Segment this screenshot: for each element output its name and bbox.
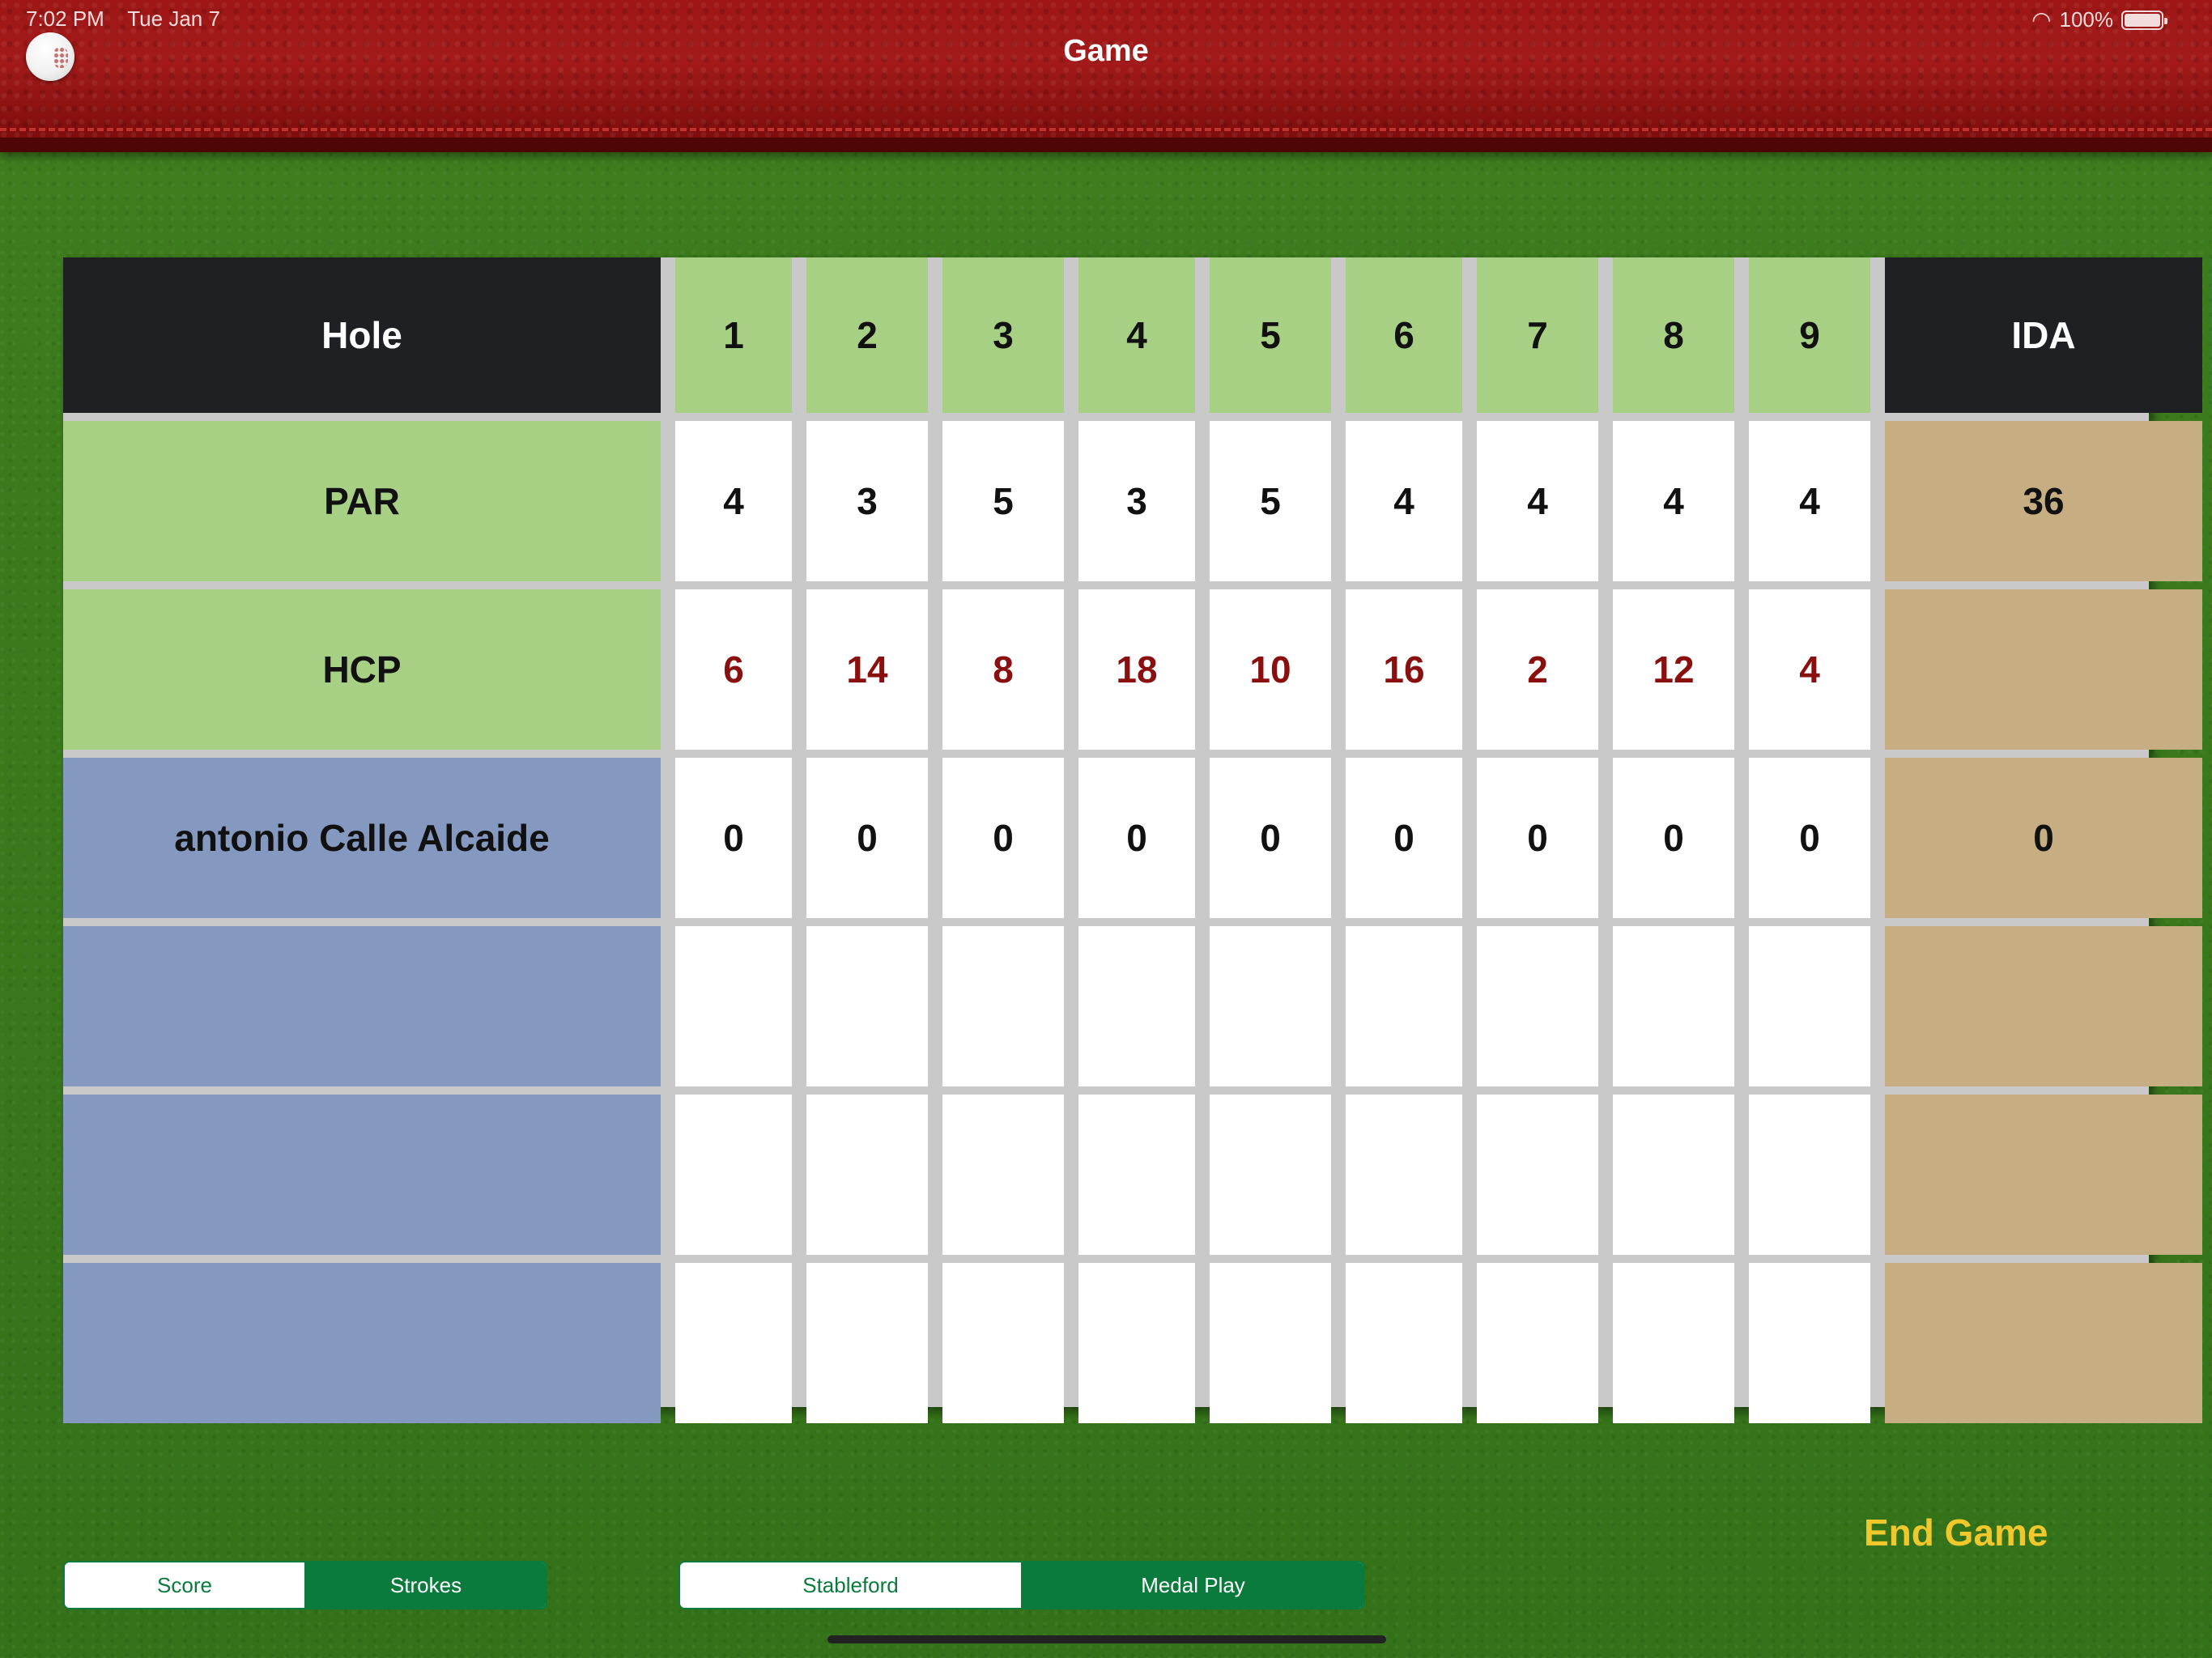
stitch-line — [0, 128, 2212, 131]
player-name[interactable] — [63, 1263, 661, 1423]
scoring-format-toggle[interactable]: Stableford Medal Play — [678, 1561, 1365, 1609]
par-total: 36 — [1885, 421, 2202, 581]
format-option-stableford[interactable]: Stableford — [680, 1562, 1021, 1608]
score-cell[interactable] — [1078, 926, 1195, 1086]
hcp-value: 16 — [1346, 589, 1462, 750]
par-value: 4 — [1749, 421, 1870, 581]
score-cell[interactable] — [806, 1263, 928, 1423]
score-cell[interactable] — [942, 1263, 1064, 1423]
score-cell[interactable] — [1477, 1095, 1598, 1255]
hcp-total — [1885, 589, 2202, 750]
player-total: 0 — [1885, 758, 2202, 918]
score-cell[interactable]: 0 — [1477, 758, 1598, 918]
score-cell[interactable] — [1749, 926, 1870, 1086]
score-cell[interactable]: 0 — [1346, 758, 1462, 918]
scorecard: Hole 1 2 3 4 5 6 7 8 9 IDA PAR 4 3 5 3 5 4 4 4 4 36 HCP 6 14 8 18 1… — [63, 257, 2202, 1423]
score-cell[interactable] — [1346, 1263, 1462, 1423]
hcp-value: 12 — [1613, 589, 1734, 750]
hcp-value: 4 — [1749, 589, 1870, 750]
par-value: 4 — [1613, 421, 1734, 581]
status-time: 7:02 PM — [26, 6, 104, 31]
hole-header: Hole — [63, 257, 661, 413]
score-cell[interactable] — [1210, 1263, 1331, 1423]
score-cell[interactable] — [675, 926, 792, 1086]
score-cell[interactable]: 0 — [806, 758, 928, 918]
format-option-medal-play[interactable]: Medal Play — [1021, 1562, 1363, 1608]
score-cell[interactable] — [806, 926, 928, 1086]
score-strokes-toggle[interactable]: Score Strokes — [63, 1561, 547, 1609]
hole-number: 7 — [1477, 257, 1598, 413]
battery-icon — [2121, 10, 2167, 30]
score-cell[interactable] — [675, 1263, 792, 1423]
score-cell[interactable] — [1613, 1095, 1734, 1255]
player-total — [1885, 1095, 2202, 1255]
hole-number: 6 — [1346, 257, 1462, 413]
par-value: 4 — [675, 421, 792, 581]
score-cell[interactable] — [942, 926, 1064, 1086]
hole-number: 5 — [1210, 257, 1331, 413]
total-header: IDA — [1885, 257, 2202, 413]
wifi-icon: ◠ — [2031, 7, 2052, 32]
hcp-value: 8 — [942, 589, 1064, 750]
status-date: Tue Jan 7 — [127, 6, 220, 31]
score-cell[interactable]: 0 — [675, 758, 792, 918]
player-name[interactable] — [63, 1095, 661, 1255]
hcp-value: 6 — [675, 589, 792, 750]
par-value: 5 — [1210, 421, 1331, 581]
par-value: 3 — [806, 421, 928, 581]
hole-number: 2 — [806, 257, 928, 413]
par-value: 4 — [1346, 421, 1462, 581]
score-cell[interactable] — [1613, 1263, 1734, 1423]
hcp-value: 2 — [1477, 589, 1598, 750]
par-value: 5 — [942, 421, 1064, 581]
hcp-value: 10 — [1210, 589, 1331, 750]
mode-option-score[interactable]: Score — [65, 1562, 304, 1608]
score-cell[interactable]: 0 — [1613, 758, 1734, 918]
score-cell[interactable] — [1749, 1095, 1870, 1255]
mode-option-strokes[interactable]: Strokes — [304, 1562, 546, 1608]
score-cell[interactable]: 0 — [942, 758, 1064, 918]
hcp-label: HCP — [63, 589, 661, 750]
player-total — [1885, 926, 2202, 1086]
score-cell[interactable] — [1477, 1263, 1598, 1423]
page-title: Game — [1063, 34, 1149, 68]
score-cell[interactable] — [1346, 1095, 1462, 1255]
hole-number: 4 — [1078, 257, 1195, 413]
score-cell[interactable] — [1749, 1263, 1870, 1423]
score-cell[interactable] — [1477, 926, 1598, 1086]
end-game-button[interactable]: End Game — [1864, 1511, 2048, 1554]
par-value: 4 — [1477, 421, 1598, 581]
player-name[interactable] — [63, 926, 661, 1086]
hole-number: 9 — [1749, 257, 1870, 413]
home-indicator — [827, 1635, 1386, 1643]
hcp-value: 18 — [1078, 589, 1195, 750]
hole-number: 1 — [675, 257, 792, 413]
score-cell[interactable]: 0 — [1210, 758, 1331, 918]
hole-number: 8 — [1613, 257, 1734, 413]
score-cell[interactable] — [806, 1095, 928, 1255]
score-cell[interactable] — [1346, 926, 1462, 1086]
par-label: PAR — [63, 421, 661, 581]
status-indicators: ◠ 100% — [2031, 6, 2167, 33]
score-cell[interactable]: 0 — [1749, 758, 1870, 918]
hole-number: 3 — [942, 257, 1064, 413]
status-time-date: 7:02 PM Tue Jan 7 — [26, 6, 220, 32]
score-cell[interactable] — [1613, 926, 1734, 1086]
score-cell[interactable] — [1210, 1095, 1331, 1255]
score-cell[interactable] — [1078, 1263, 1195, 1423]
score-cell[interactable] — [1078, 1095, 1195, 1255]
hcp-value: 14 — [806, 589, 928, 750]
score-cell[interactable] — [942, 1095, 1064, 1255]
par-value: 3 — [1078, 421, 1195, 581]
player-name[interactable]: antonio Calle Alcaide — [63, 758, 661, 918]
player-total — [1885, 1263, 2202, 1423]
battery-percent: 100% — [2059, 7, 2114, 32]
score-cell[interactable] — [1210, 926, 1331, 1086]
top-bar: 7:02 PM Tue Jan 7 ◠ 100% Game — [0, 0, 2212, 152]
score-cell[interactable]: 0 — [1078, 758, 1195, 918]
score-cell[interactable] — [675, 1095, 792, 1255]
